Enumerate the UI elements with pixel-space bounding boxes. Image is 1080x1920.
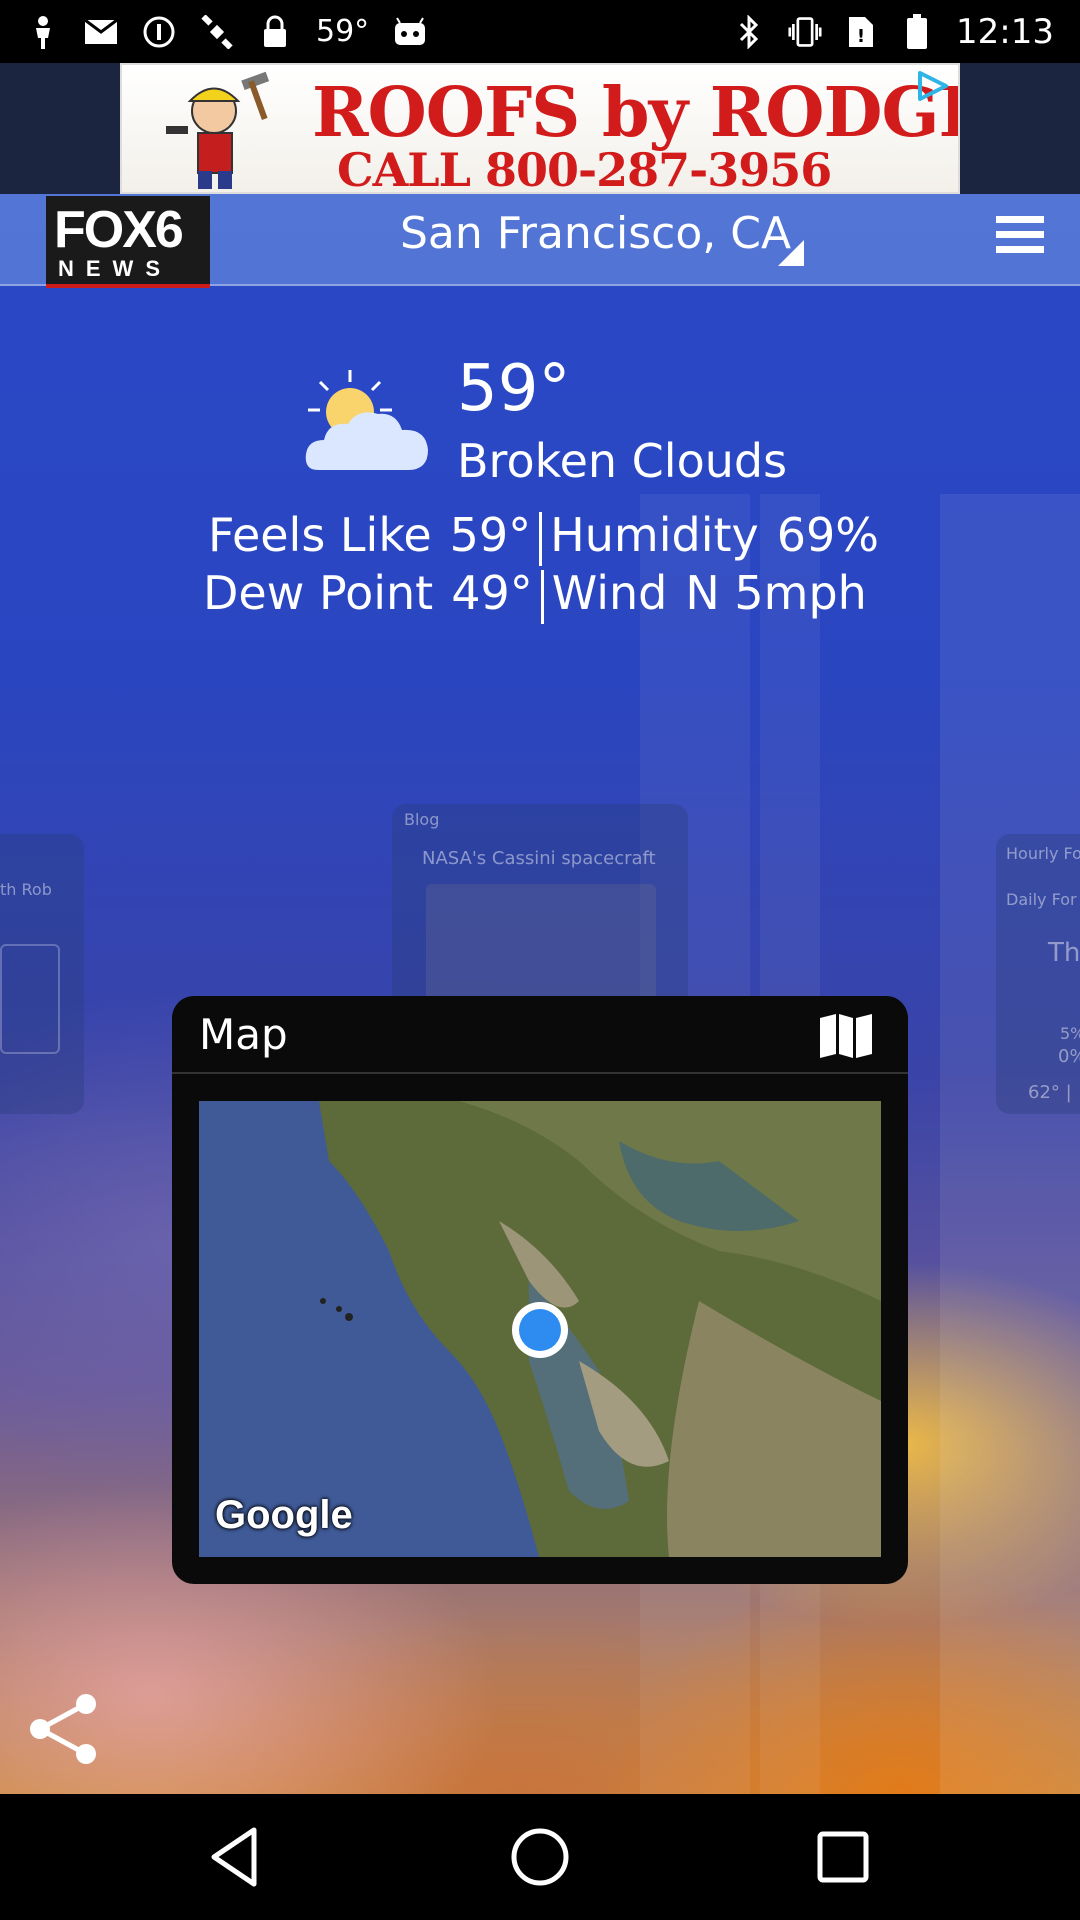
hourly-forecast-label: Hourly Fo — [1006, 844, 1080, 863]
divider — [539, 511, 543, 566]
humidity-label: Humidity — [550, 508, 759, 562]
left-card-preview[interactable]: th Rob — [0, 834, 84, 1114]
android-icon — [393, 15, 427, 49]
back-icon[interactable] — [202, 1822, 272, 1892]
home-icon[interactable] — [505, 1822, 575, 1892]
fox6-logo[interactable]: FOX6 NEWS — [46, 196, 210, 288]
forecast-precip-2: 0% — [1058, 1046, 1080, 1067]
navigation-bar — [0, 1794, 1080, 1920]
svg-text:!: ! — [857, 26, 865, 47]
status-time: 12:13 — [956, 11, 1054, 52]
status-temperature: 59° — [316, 14, 370, 49]
forecast-day: Th — [1048, 938, 1080, 968]
location-selector[interactable]: San Francisco, CA — [400, 208, 791, 259]
partly-cloudy-icon — [305, 370, 428, 470]
info-icon — [142, 15, 176, 49]
current-condition: Broken Clouds — [457, 434, 788, 488]
recents-icon[interactable] — [808, 1822, 878, 1892]
blog-card-label: Blog — [404, 810, 440, 829]
feels-like-value: 59° — [449, 508, 532, 562]
wind-value: N 5mph — [685, 566, 867, 620]
conditions-row-1: Feels Like 59° Humidity 69% — [208, 508, 879, 566]
ad-phone: CALL 800-287-3956 — [337, 143, 832, 194]
gmail-icon — [84, 15, 118, 49]
no-sim-icon: ! — [844, 15, 878, 49]
daily-forecast-label: Daily For — [1006, 890, 1077, 909]
map-card-header: Map — [172, 996, 908, 1074]
google-attribution: Google — [215, 1493, 353, 1537]
ad-choices-icon[interactable] — [914, 69, 952, 103]
forecast-precip-1: 5% — [1060, 1024, 1080, 1043]
status-bar: 59° ! 12:13 — [0, 0, 1080, 63]
bluetooth-icon — [732, 14, 766, 49]
dew-point-label: Dew Point — [203, 566, 434, 620]
roofer-mascot-icon — [166, 71, 270, 189]
light-streak — [940, 494, 1080, 1794]
feels-like-label: Feels Like — [208, 508, 432, 562]
humidity-value: 69% — [776, 508, 879, 562]
lock-icon — [258, 15, 292, 49]
satellite-map — [199, 1101, 881, 1557]
ad-title: ROOFS by RODGER — [312, 73, 958, 153]
wind-label: Wind — [551, 566, 668, 620]
left-card-frame — [0, 944, 60, 1054]
satellite-icon — [200, 14, 234, 49]
forecast-temp: 62° | — [1028, 1082, 1072, 1103]
hamburger-menu-icon[interactable] — [996, 216, 1044, 258]
left-card-text: th Rob — [0, 880, 52, 899]
map-card-title: Map — [199, 1010, 288, 1059]
battery-icon — [900, 13, 934, 49]
dew-point-value: 49° — [451, 566, 533, 620]
current-temperature: 59° — [457, 352, 571, 426]
ad-bar: ROOFS by RODGER CALL 800-287-3956 — [0, 63, 1080, 194]
share-icon[interactable] — [24, 1690, 102, 1768]
person-icon — [26, 15, 60, 49]
blog-card-text: NASA's Cassini spacecraft — [422, 848, 656, 869]
map-card[interactable]: Map Google — [172, 996, 908, 1584]
right-card-preview[interactable]: Hourly Fo Daily For Th 5% 0% 62° | — [996, 834, 1080, 1114]
conditions-row-2: Dew Point 49° Wind N 5mph — [203, 566, 867, 624]
logo-bottom-text: NEWS — [58, 256, 172, 281]
app-header: FOX6 NEWS San Francisco, CA — [0, 194, 1080, 288]
logo-top-text: FOX6 — [54, 201, 184, 259]
divider — [540, 569, 544, 624]
dropdown-caret-icon[interactable] — [776, 238, 806, 268]
map-thumbnail[interactable]: Google — [199, 1101, 881, 1557]
vibrate-icon — [788, 15, 822, 49]
ad-banner[interactable]: ROOFS by RODGER CALL 800-287-3956 — [120, 63, 960, 194]
folded-map-icon — [820, 1014, 872, 1058]
